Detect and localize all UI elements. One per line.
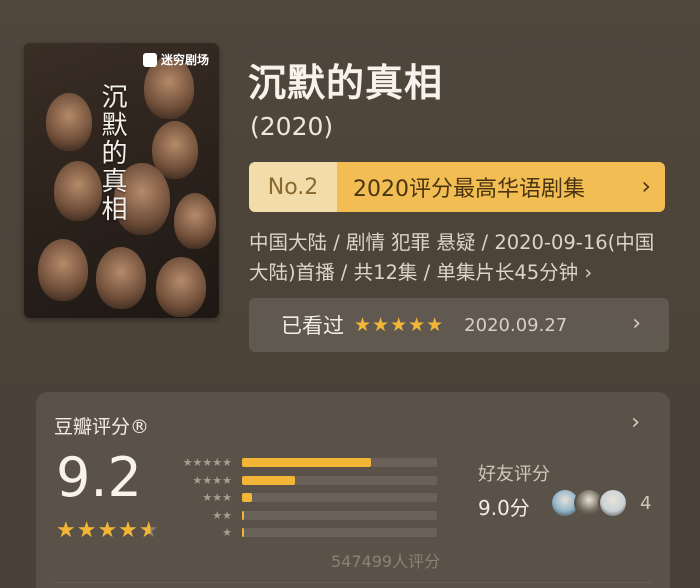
distribution-bar-fill (242, 528, 244, 538)
meta-text: 中国大陆 / 剧情 犯罪 悬疑 / 2020-09-16(中国大陆)首播 / 共… (249, 231, 655, 284)
watched-date: 2020.09.27 (464, 314, 568, 336)
douban-rating-card: 豆瓣评分® › 9.2 ★★★★★ ★★★★★ ★★★★ ★★★ ★★ ★ 547499… (36, 392, 670, 588)
my-rating-stars: ★★★★★ (354, 314, 445, 336)
avatar[interactable] (598, 488, 628, 518)
show-title: 沉默的真相 (248, 61, 444, 105)
distribution-bar-fill (242, 458, 371, 468)
friend-avatars[interactable] (550, 488, 628, 518)
rating-star-half-icon: ★ (138, 518, 160, 543)
poster-brand-text: 迷穷剧场 (160, 53, 209, 67)
poster-face (38, 239, 88, 301)
poster-face (96, 247, 146, 309)
rating-score: 9.2 (56, 446, 142, 509)
distribution-row: ★★★ (174, 489, 454, 507)
poster-face (46, 93, 92, 151)
distribution-bar-track (242, 493, 437, 503)
distribution-bar-fill (242, 475, 295, 485)
distribution-bar-track (242, 528, 437, 538)
rating-count: 547499人评分 (331, 552, 441, 571)
distribution-star-label: ★ (222, 526, 232, 540)
distribution-row: ★ (174, 524, 454, 542)
poster-brand-logo: 迷穷剧场 (142, 51, 209, 68)
distribution-bar-track (242, 510, 437, 520)
rating-stars: ★★★★★ (56, 518, 160, 543)
distribution-star-label: ★★★★★ (182, 456, 232, 470)
chevron-right-icon: › (584, 261, 593, 284)
chevron-right-icon: › (641, 172, 651, 200)
ranking-number: No.2 (249, 162, 337, 212)
poster-image[interactable]: 沉默的真相 迷穷剧场 (24, 43, 219, 318)
distribution-bar-fill (242, 510, 244, 520)
show-meta-info[interactable]: 中国大陆 / 剧情 犯罪 悬疑 / 2020-09-16(中国大陆)首播 / 共… (249, 228, 669, 288)
friends-count: 4 (640, 493, 652, 514)
poster-face (156, 257, 206, 317)
watched-status-button[interactable]: 已看过 ★★★★★ 2020.09.27 › (249, 298, 669, 352)
friends-rating-score: 9.0分 (478, 496, 530, 520)
distribution-row: ★★★★★ (174, 454, 454, 472)
poster-title-art: 沉默的真相 (97, 83, 127, 223)
ranking-label: 2020评分最高华语剧集 (353, 177, 585, 202)
distribution-bar-track (242, 458, 437, 468)
ranking-text-area: 2020评分最高华语剧集 › (337, 162, 665, 212)
watched-label: 已看过 (281, 314, 344, 338)
brand-logo-icon (142, 52, 157, 67)
distribution-star-label: ★★ (212, 508, 232, 522)
distribution-star-label: ★★★★ (192, 473, 232, 487)
distribution-bar-fill (242, 493, 252, 503)
distribution-row: ★★★★ (174, 472, 454, 490)
distribution-star-label: ★★★ (202, 491, 232, 505)
distribution-bar-track (242, 475, 437, 485)
poster-face (174, 193, 216, 249)
distribution-row: ★★ (174, 507, 454, 525)
friends-rating-title: 好友评分 (478, 464, 550, 485)
divider (54, 582, 652, 583)
show-year: (2020) (250, 112, 334, 141)
rating-stars-full: ★★★★ (56, 518, 139, 543)
rating-distribution: ★★★★★ ★★★★ ★★★ ★★ ★ (174, 454, 454, 542)
chevron-right-icon[interactable]: › (631, 410, 640, 435)
chevron-right-icon: › (632, 311, 641, 336)
ranking-banner[interactable]: No.2 2020评分最高华语剧集 › (249, 162, 665, 212)
rating-card-title: 豆瓣评分® (54, 416, 150, 438)
